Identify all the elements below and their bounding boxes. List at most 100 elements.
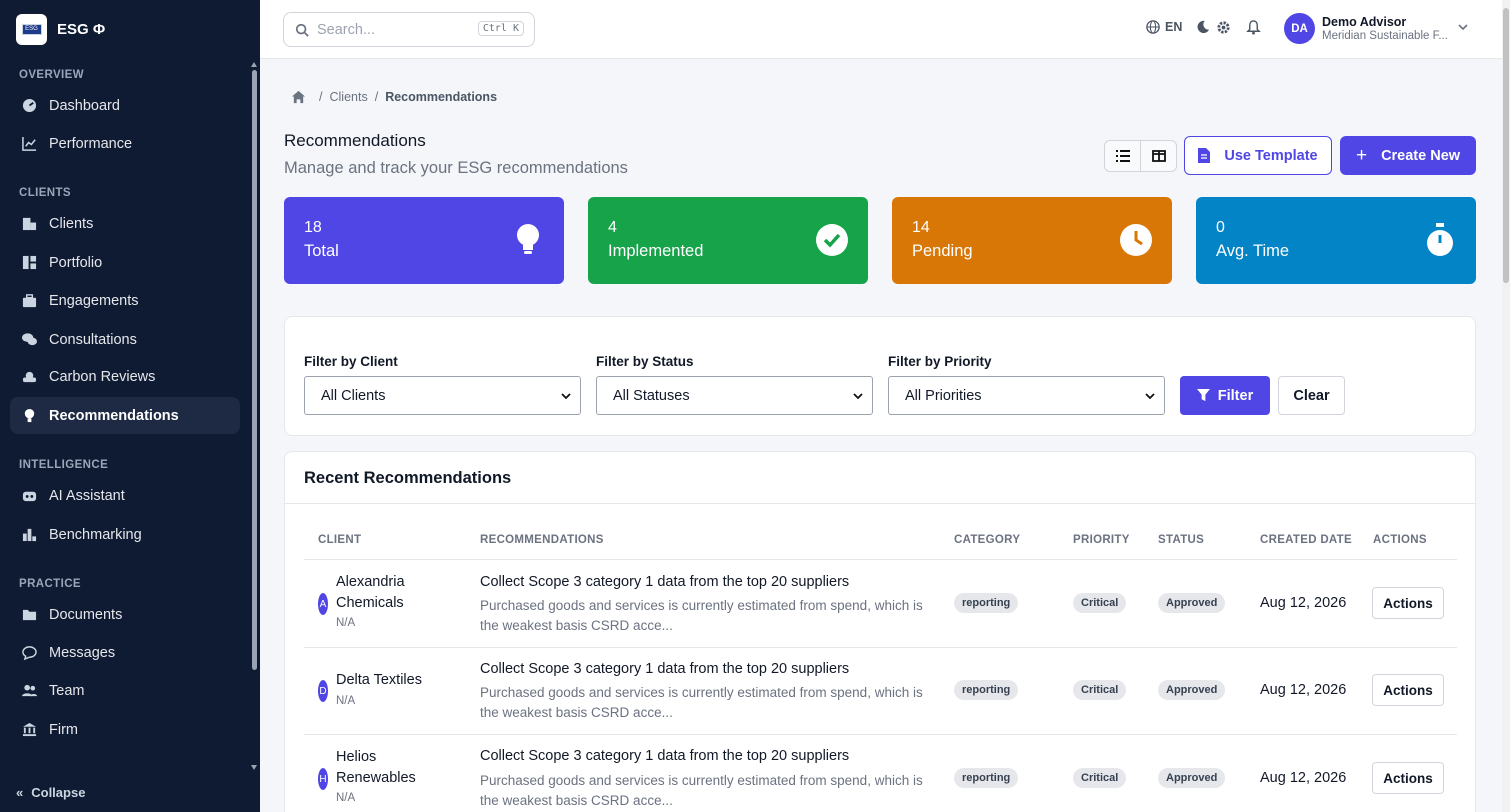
- sidebar-item-label: Team: [49, 682, 85, 699]
- home-icon[interactable]: [291, 90, 306, 104]
- actions-button[interactable]: Actions: [1372, 674, 1444, 706]
- search-shortcut: Ctrl K: [477, 21, 524, 36]
- breadcrumb-current: Recommendations: [385, 90, 498, 104]
- sidebar-item-team[interactable]: Team: [10, 672, 240, 709]
- category-badge: reporting: [954, 768, 1019, 788]
- breadcrumb-clients[interactable]: Clients: [329, 90, 367, 104]
- use-template-button[interactable]: Use Template: [1184, 136, 1332, 175]
- plus-icon: +: [1355, 145, 1368, 166]
- breadcrumb-separator: /: [319, 90, 323, 104]
- filter-button[interactable]: Filter: [1180, 376, 1270, 415]
- sidebar-item-benchmarking[interactable]: Benchmarking: [10, 516, 240, 553]
- chevron-down-icon: [1145, 393, 1155, 400]
- recommendation-description: Purchased goods and services is currentl…: [480, 773, 923, 808]
- page-title: Recommendations: [284, 131, 426, 150]
- created-date: Aug 12, 2026: [1260, 682, 1347, 698]
- avatar[interactable]: DA: [1284, 13, 1315, 44]
- page-scroll-thumb[interactable]: [1503, 8, 1509, 283]
- briefcase-icon: [22, 293, 37, 308]
- search-placeholder: Search...: [317, 21, 376, 38]
- sidebar-item-label: Clients: [49, 215, 94, 232]
- divider: [304, 559, 1457, 560]
- stat-label: Avg. Time: [1216, 242, 1290, 260]
- sidebar-item-label: Carbon Reviews: [49, 368, 156, 385]
- client-name[interactable]: Alexandria Chemicals: [336, 572, 446, 614]
- language-selector[interactable]: EN: [1146, 20, 1182, 34]
- breadcrumb: / Clients / Recommendations: [291, 90, 497, 104]
- topbar: Search... Ctrl K EN DA Demo Advisor Meri…: [260, 0, 1502, 59]
- check-circle-icon: [814, 222, 850, 258]
- recommendation-title[interactable]: Collect Scope 3 category 1 data from the…: [480, 748, 849, 764]
- recommendation-title[interactable]: Collect Scope 3 category 1 data from the…: [480, 661, 849, 677]
- sidebar-item-label: Engagements: [49, 292, 139, 309]
- clear-button[interactable]: Clear: [1278, 376, 1345, 415]
- sidebar-scrollbar[interactable]: [250, 60, 258, 772]
- client-name[interactable]: Helios Renewables: [336, 747, 446, 789]
- client-name[interactable]: Delta Textiles: [336, 670, 446, 691]
- chevron-down-icon[interactable]: [1457, 20, 1469, 38]
- brand[interactable]: ESG ESG Φ: [0, 0, 260, 58]
- collapse-button[interactable]: « Collapse: [16, 785, 85, 800]
- sidebar-item-firm[interactable]: Firm: [10, 711, 240, 748]
- sidebar-item-portfolio[interactable]: Portfolio: [10, 244, 240, 281]
- user-name[interactable]: Demo Advisor: [1322, 15, 1406, 29]
- category-badge: reporting: [954, 593, 1019, 613]
- sidebar-item-consultations[interactable]: Consultations: [10, 321, 240, 358]
- sidebar-item-carbon-reviews[interactable]: Carbon Reviews: [10, 358, 240, 395]
- search-icon: [295, 23, 309, 37]
- sidebar-item-dashboard[interactable]: Dashboard: [10, 87, 240, 124]
- page-scrollbar[interactable]: [1502, 0, 1510, 812]
- scroll-up-arrow[interactable]: [251, 62, 257, 67]
- nav-section-practice: PRACTICE: [19, 578, 81, 590]
- search-input[interactable]: Search... Ctrl K: [283, 12, 535, 47]
- sidebar-item-documents[interactable]: Documents: [10, 596, 240, 633]
- sidebar-item-recommendations[interactable]: Recommendations: [10, 397, 240, 434]
- sidebar-item-messages[interactable]: Messages: [10, 634, 240, 671]
- document-icon: [1198, 148, 1211, 163]
- column-header-recommendations[interactable]: RECOMMENDATIONS: [480, 534, 604, 546]
- scroll-down-arrow[interactable]: [251, 765, 257, 770]
- column-header-created-date[interactable]: CREATED DATE: [1260, 534, 1352, 546]
- sidebar: ESG ESG Φ OVERVIEW Dashboard Performance…: [0, 0, 260, 812]
- theme-toggle[interactable]: [1196, 20, 1231, 35]
- robot-icon: [22, 488, 37, 503]
- client-subtext: N/A: [336, 695, 356, 707]
- sidebar-item-label: Messages: [49, 644, 116, 661]
- recommendation-title[interactable]: Collect Scope 3 category 1 data from the…: [480, 574, 849, 590]
- stat-label: Implemented: [608, 242, 704, 260]
- filter-priority-label: Filter by Priority: [888, 354, 992, 369]
- priority-select[interactable]: All Priorities: [888, 376, 1165, 415]
- filter-client-label: Filter by Client: [304, 354, 398, 369]
- notifications-button[interactable]: [1246, 20, 1261, 40]
- sidebar-item-clients[interactable]: Clients: [10, 205, 240, 242]
- stat-label: Total: [304, 242, 339, 260]
- column-header-priority[interactable]: PRIORITY: [1073, 534, 1130, 546]
- stat-value: 18: [304, 219, 322, 236]
- client-subtext: N/A: [336, 792, 356, 804]
- sidebar-item-label: Benchmarking: [49, 526, 142, 543]
- grid-view-button[interactable]: [1140, 140, 1177, 172]
- actions-button[interactable]: Actions: [1372, 587, 1444, 619]
- list-icon: [1115, 150, 1130, 162]
- stat-value: 14: [912, 219, 930, 236]
- column-header-status[interactable]: STATUS: [1158, 534, 1204, 546]
- sidebar-item-label: Portfolio: [49, 254, 103, 271]
- sidebar-item-engagements[interactable]: Engagements: [10, 282, 240, 319]
- create-new-button[interactable]: + Create New: [1340, 136, 1476, 175]
- comments-icon: [22, 332, 37, 347]
- bell-icon: [1246, 20, 1261, 35]
- client-avatar: H: [318, 768, 328, 790]
- column-header-client[interactable]: CLIENT: [318, 534, 361, 546]
- client-select[interactable]: All Clients: [304, 376, 581, 415]
- actions-button[interactable]: Actions: [1372, 762, 1444, 794]
- list-view-button[interactable]: [1104, 140, 1141, 172]
- column-header-category[interactable]: CATEGORY: [954, 534, 1020, 546]
- lightbulb-icon: [510, 222, 546, 258]
- sidebar-item-ai-assistant[interactable]: AI Assistant: [10, 477, 240, 514]
- bubble-icon: [22, 645, 37, 660]
- sidebar-scroll-thumb[interactable]: [252, 70, 257, 670]
- ranking-icon: [22, 527, 37, 542]
- status-select[interactable]: All Statuses: [596, 376, 873, 415]
- page-subtitle: Manage and track your ESG recommendation…: [284, 159, 628, 177]
- sidebar-item-performance[interactable]: Performance: [10, 125, 240, 162]
